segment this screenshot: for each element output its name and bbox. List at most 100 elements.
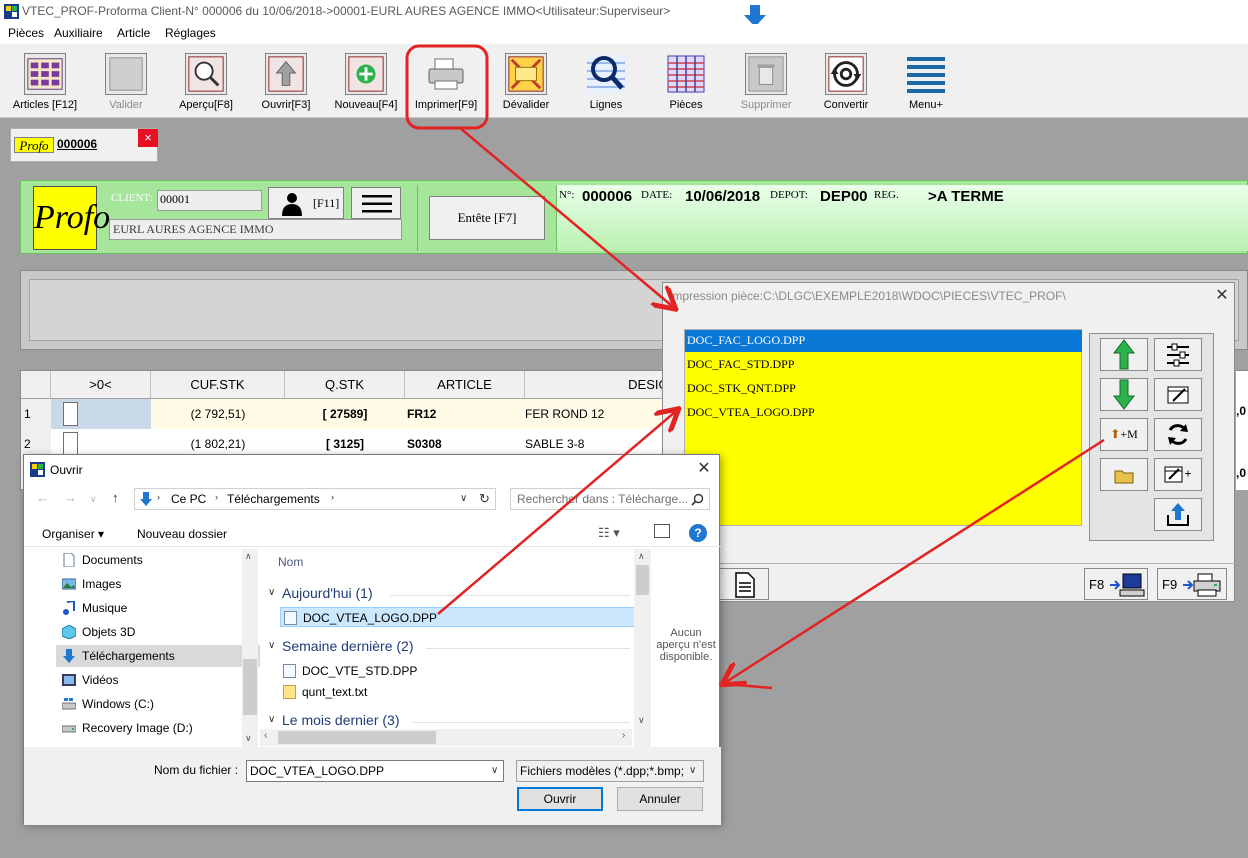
column-header[interactable]: DESIGN bbox=[525, 371, 681, 399]
group-header[interactable]: Le mois dernier (3) bbox=[282, 712, 400, 728]
column-header[interactable]: ARTICLE bbox=[405, 371, 525, 399]
nouveau-button[interactable]: Nouveau[F4] bbox=[326, 44, 406, 116]
recent-chevron-icon[interactable]: ∨ bbox=[90, 494, 97, 505]
document-number[interactable]: 000006 bbox=[57, 137, 97, 151]
scroll-thumb[interactable] bbox=[278, 731, 436, 744]
menu-article[interactable]: Article bbox=[117, 26, 150, 40]
nav-documents[interactable]: Documents bbox=[56, 549, 266, 571]
scroll-right-icon[interactable]: › bbox=[622, 730, 625, 741]
scroll-up-icon[interactable]: ∧ bbox=[245, 551, 252, 562]
preview-f8-button[interactable]: F8 bbox=[1084, 568, 1148, 600]
menu-pieces[interactable]: Pièces bbox=[8, 26, 44, 40]
chevron-down-icon[interactable]: ∨ bbox=[491, 761, 498, 781]
move-down-button[interactable] bbox=[1100, 378, 1148, 411]
address-dropdown-icon[interactable]: ∨ bbox=[460, 493, 467, 504]
apercu-button[interactable]: Aperçu[F8] bbox=[166, 44, 246, 116]
open-folder-button[interactable] bbox=[1100, 458, 1148, 491]
group-header[interactable]: Semaine dernière (2) bbox=[282, 638, 414, 654]
close-icon[interactable]: ✕ bbox=[1211, 285, 1233, 307]
nav-downloads[interactable]: Téléchargements bbox=[56, 645, 266, 667]
breadcrumb-downloads[interactable]: Téléchargements bbox=[227, 492, 320, 506]
filetype-select[interactable]: Fichiers modèles (*.dpp;*.bmp; ∨ bbox=[516, 760, 704, 782]
nav-windows-drive[interactable]: Windows (C:) bbox=[56, 693, 266, 715]
print-template-list[interactable]: DOC_FAC_LOGO.DPP DOC_FAC_STD.DPP DOC_STK… bbox=[684, 329, 1082, 526]
new-layout-button[interactable]: + bbox=[1154, 458, 1202, 491]
nav-music[interactable]: Musique bbox=[56, 597, 266, 619]
document-button[interactable] bbox=[719, 568, 769, 600]
file-item[interactable]: qunt_text.txt bbox=[280, 682, 635, 702]
valider-button[interactable]: Valider bbox=[86, 44, 166, 116]
filename-input[interactable]: DOC_VTEA_LOGO.DPP ∨ bbox=[246, 760, 504, 782]
list-item[interactable]: DOC_VTEA_LOGO.DPP bbox=[685, 402, 1082, 424]
organize-button[interactable]: Organiser ▾ bbox=[42, 527, 104, 541]
import-template-button[interactable]: ⬆+M bbox=[1100, 418, 1148, 451]
row-check-cell[interactable] bbox=[51, 399, 151, 429]
devalider-button[interactable]: Dévalider bbox=[486, 44, 566, 116]
list-item[interactable]: DOC_FAC_STD.DPP bbox=[685, 354, 1082, 376]
nav-3d-objects[interactable]: Objets 3D bbox=[56, 621, 266, 643]
client-menu-button[interactable] bbox=[351, 187, 401, 219]
scroll-down-icon[interactable]: ∨ bbox=[245, 733, 252, 744]
cancel-button[interactable]: Annuler bbox=[617, 787, 703, 811]
refresh-button[interactable] bbox=[1154, 418, 1202, 451]
entete-button[interactable]: Entête [F7] bbox=[429, 196, 545, 240]
column-header[interactable]: Q.STK bbox=[285, 371, 405, 399]
close-icon[interactable]: ✕ bbox=[692, 458, 716, 480]
address-bar[interactable]: › Ce PC › Téléchargements › ∨ ↻ bbox=[134, 488, 496, 510]
move-up-button[interactable] bbox=[1100, 338, 1148, 371]
nav-images[interactable]: Images bbox=[56, 573, 266, 595]
print-f9-button[interactable]: F9 bbox=[1157, 568, 1227, 600]
lignes-button[interactable]: Lignes bbox=[566, 44, 646, 116]
group-collapse-icon[interactable]: ∨ bbox=[268, 587, 275, 598]
row-checkbox[interactable] bbox=[63, 432, 78, 456]
column-header[interactable]: CUF.STK bbox=[151, 371, 285, 399]
imprimer-button[interactable]: Imprimer[F9] bbox=[406, 44, 486, 116]
group-header[interactable]: Aujourd'hui (1) bbox=[282, 585, 373, 601]
column-header-name[interactable]: Nom bbox=[278, 555, 303, 569]
file-item[interactable]: DOC_VTE_STD.DPP bbox=[280, 661, 635, 681]
file-item-selected[interactable]: DOC_VTEA_LOGO.DPP bbox=[280, 607, 635, 627]
forward-arrow-icon[interactable]: → bbox=[64, 490, 77, 505]
group-collapse-icon[interactable]: ∨ bbox=[268, 640, 275, 651]
new-folder-button[interactable]: Nouveau dossier bbox=[137, 527, 227, 541]
scroll-down-icon[interactable]: ∨ bbox=[638, 715, 645, 726]
view-options-icon[interactable]: ☷ ▾ bbox=[598, 525, 620, 541]
file-list-hscrollbar[interactable]: ‹ › bbox=[260, 729, 632, 746]
scroll-thumb[interactable] bbox=[636, 565, 649, 595]
scroll-left-icon[interactable]: ‹ bbox=[264, 730, 267, 741]
scroll-thumb[interactable] bbox=[243, 659, 257, 715]
client-lookup-button[interactable]: [F11] bbox=[268, 187, 344, 219]
client-code-field[interactable]: 00001 bbox=[157, 190, 262, 211]
ouvrir-button[interactable]: Ouvrir[F3] bbox=[246, 44, 326, 116]
convertir-button[interactable]: Convertir bbox=[806, 44, 886, 116]
menu-auxiliaire[interactable]: Auxiliaire bbox=[54, 26, 103, 40]
chevron-down-icon[interactable]: ∨ bbox=[689, 761, 697, 781]
supprimer-button[interactable]: Supprimer bbox=[726, 44, 806, 116]
close-tab-icon[interactable]: × bbox=[138, 129, 158, 147]
breadcrumb-this-pc[interactable]: Ce PC bbox=[171, 492, 206, 506]
navigation-scrollbar[interactable]: ∧ ∨ bbox=[242, 549, 258, 747]
help-icon[interactable]: ? bbox=[689, 524, 707, 542]
back-arrow-icon[interactable]: ← bbox=[36, 490, 49, 505]
settings-button[interactable] bbox=[1154, 338, 1202, 371]
nav-videos[interactable]: Vidéos bbox=[56, 669, 266, 691]
column-header[interactable]: >0< bbox=[51, 371, 151, 399]
menu-plus-button[interactable]: Menu+ bbox=[886, 44, 966, 116]
preview-pane-icon[interactable] bbox=[654, 524, 670, 538]
list-item[interactable]: DOC_STK_QNT.DPP bbox=[685, 378, 1082, 400]
refresh-icon[interactable]: ↻ bbox=[479, 491, 490, 507]
open-button[interactable]: Ouvrir bbox=[517, 787, 603, 811]
pieces-button[interactable]: Pièces bbox=[646, 44, 726, 116]
menu-reglages[interactable]: Réglages bbox=[165, 26, 216, 40]
nav-recovery-drive[interactable]: Recovery Image (D:) bbox=[56, 717, 266, 739]
scroll-up-icon[interactable]: ∧ bbox=[638, 551, 645, 562]
up-arrow-icon[interactable]: ↑ bbox=[112, 490, 119, 505]
file-list-scrollbar[interactable]: ∧ ∨ bbox=[634, 549, 651, 747]
search-input[interactable]: Rechercher dans : Télécharge... bbox=[510, 488, 710, 510]
document-tab[interactable]: Profo 000006 × bbox=[10, 128, 158, 162]
group-collapse-icon[interactable]: ∨ bbox=[268, 714, 275, 725]
list-item[interactable]: DOC_FAC_LOGO.DPP bbox=[685, 330, 1082, 352]
upload-button[interactable] bbox=[1154, 498, 1202, 531]
row-checkbox[interactable] bbox=[63, 402, 78, 426]
articles-button[interactable]: Articles [F12] bbox=[4, 44, 86, 116]
